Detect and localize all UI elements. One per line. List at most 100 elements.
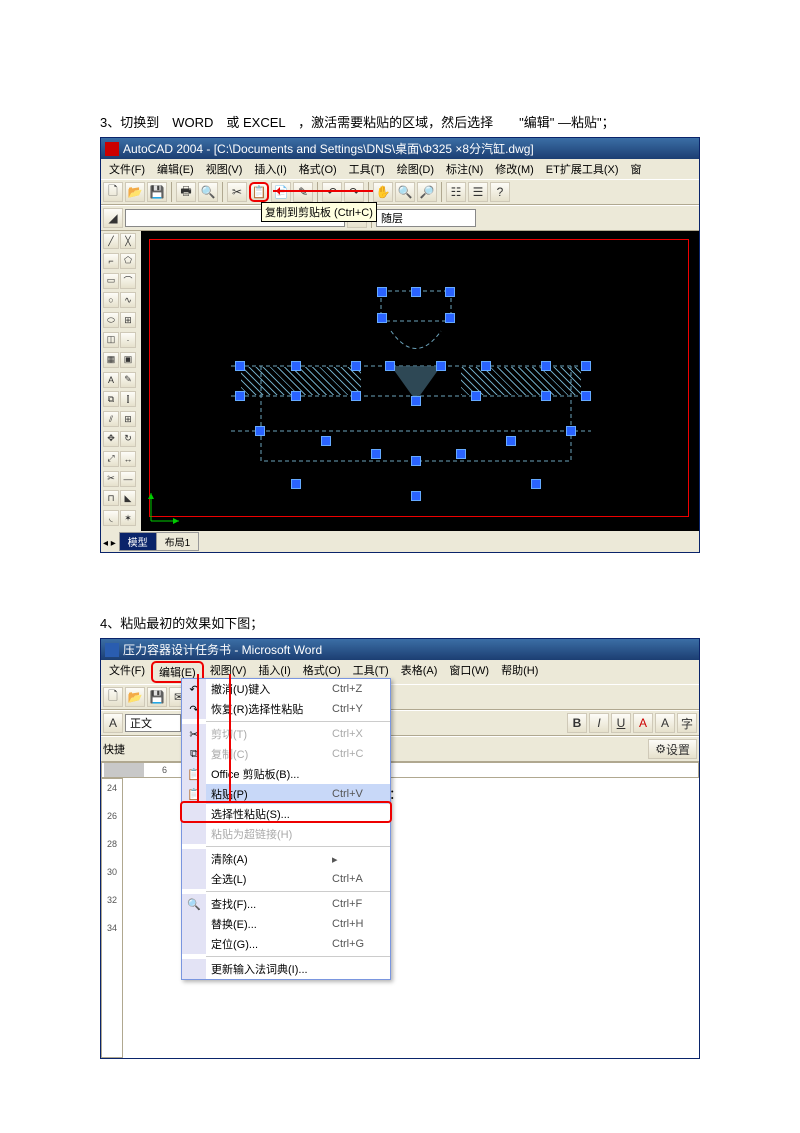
region-icon[interactable]: ▣	[120, 352, 136, 368]
menu-item-paste-hyperlink[interactable]: 粘贴为超链接(H)	[182, 824, 390, 844]
copy-clipboard-button[interactable]: 📋	[249, 182, 269, 202]
menu-item-cut[interactable]: ✂剪切(T)Ctrl+X	[182, 724, 390, 744]
autocad-canvas[interactable]	[141, 231, 699, 531]
erase-icon[interactable]: ✎	[120, 372, 136, 388]
grip[interactable]	[531, 479, 541, 489]
hatch-icon[interactable]: ▦	[103, 352, 119, 368]
save-icon[interactable]: 💾	[147, 182, 167, 202]
grip[interactable]	[566, 426, 576, 436]
copy2-icon[interactable]: ⧉	[103, 391, 119, 407]
menu-item-replace[interactable]: 替换(E)...Ctrl+H	[182, 914, 390, 934]
underline-icon[interactable]: U	[611, 713, 631, 733]
grip[interactable]	[371, 449, 381, 459]
grip[interactable]	[411, 287, 421, 297]
pan-icon[interactable]: ✋	[373, 182, 393, 202]
menu-item-copy[interactable]: ⧉复制(C)Ctrl+C	[182, 744, 390, 764]
zoom2-icon[interactable]: 🔎	[417, 182, 437, 202]
array-icon[interactable]: ⊞	[120, 411, 136, 427]
grip[interactable]	[541, 391, 551, 401]
match-icon[interactable]: ✎	[293, 182, 313, 202]
menu-item-undo[interactable]: ↶撤消(U)键入Ctrl+Z	[182, 679, 390, 699]
move-icon[interactable]: ✥	[103, 431, 119, 447]
menu-file[interactable]: 文件(F)	[103, 160, 151, 178]
extend-icon[interactable]: —	[120, 471, 136, 487]
menu-modify[interactable]: 修改(M)	[489, 160, 540, 178]
menu-table[interactable]: 表格(A)	[395, 661, 444, 683]
ellipse-icon[interactable]: ⬭	[103, 312, 119, 328]
grip[interactable]	[291, 479, 301, 489]
grip[interactable]	[471, 391, 481, 401]
grip[interactable]	[581, 391, 591, 401]
grip[interactable]	[291, 361, 301, 371]
menu-draw[interactable]: 绘图(D)	[391, 160, 440, 178]
linetype-dropdown[interactable]: 随层	[376, 209, 476, 227]
fillet-icon[interactable]: ◟	[103, 510, 119, 526]
xline-icon[interactable]: ╳	[120, 233, 136, 249]
grip[interactable]	[255, 426, 265, 436]
menu-format[interactable]: 格式(O)	[293, 160, 343, 178]
save-icon[interactable]: 💾	[147, 687, 167, 707]
arc-icon[interactable]: ⌒	[120, 273, 136, 289]
font-color-icon[interactable]: A	[633, 713, 653, 733]
help-icon[interactable]: ?	[490, 182, 510, 202]
preview-icon[interactable]: 🔍	[198, 182, 218, 202]
settings-button[interactable]: ⚙设置	[648, 739, 697, 759]
bold-icon[interactable]: B	[567, 713, 587, 733]
grip[interactable]	[436, 361, 446, 371]
grip[interactable]	[385, 361, 395, 371]
menu-item-find[interactable]: 🔍查找(F)...Ctrl+F	[182, 894, 390, 914]
grip[interactable]	[235, 391, 245, 401]
zoom-icon[interactable]: 🔍	[395, 182, 415, 202]
grip[interactable]	[235, 361, 245, 371]
grip[interactable]	[411, 396, 421, 406]
menu-help[interactable]: 帮助(H)	[495, 661, 544, 683]
scale-icon[interactable]: ⤢	[103, 451, 119, 467]
menu-dim[interactable]: 标注(N)	[440, 160, 489, 178]
polygon-icon[interactable]: ⬠	[120, 253, 136, 269]
grip[interactable]	[481, 361, 491, 371]
text-icon[interactable]: A	[103, 372, 119, 388]
grip[interactable]	[321, 436, 331, 446]
styles-icon[interactable]: A	[103, 713, 123, 733]
grip[interactable]	[456, 449, 466, 459]
menu-item-office-clipboard[interactable]: 📋Office 剪贴板(B)...	[182, 764, 390, 784]
grip[interactable]	[351, 361, 361, 371]
grip[interactable]	[445, 313, 455, 323]
trim-icon[interactable]: ✂	[103, 471, 119, 487]
new-icon[interactable]: 🗋	[103, 687, 123, 707]
stretch-icon[interactable]: ↔	[120, 451, 136, 467]
block-icon[interactable]: ◫	[103, 332, 119, 348]
menu-item-ime[interactable]: 更新输入法词典(I)...	[182, 959, 390, 979]
menu-item-redo[interactable]: ↷恢复(R)选择性粘贴Ctrl+Y	[182, 699, 390, 719]
explode-icon[interactable]: ✶	[120, 510, 136, 526]
new-icon[interactable]: 🗋	[103, 182, 123, 202]
redo-icon[interactable]: ↷	[344, 182, 364, 202]
open-icon[interactable]: 📂	[125, 687, 145, 707]
circle-icon[interactable]: ○	[103, 292, 119, 308]
break-icon[interactable]: ⊓	[103, 490, 119, 506]
char-shading-icon[interactable]: 字	[677, 713, 697, 733]
open-icon[interactable]: 📂	[125, 182, 145, 202]
insert-icon[interactable]: ⊞	[120, 312, 136, 328]
dc-icon[interactable]: ☰	[468, 182, 488, 202]
menu-item-clear[interactable]: 清除(A)▸	[182, 849, 390, 869]
grip[interactable]	[351, 391, 361, 401]
grip[interactable]	[541, 361, 551, 371]
italic-icon[interactable]: I	[589, 713, 609, 733]
mirror-icon[interactable]: ⫿	[120, 391, 136, 407]
props-icon[interactable]: ☷	[446, 182, 466, 202]
grip[interactable]	[445, 287, 455, 297]
quick-combo[interactable]: 快捷	[103, 741, 151, 757]
menu-insert[interactable]: 插入(I)	[248, 160, 292, 178]
menu-item-select-all[interactable]: 全选(L)Ctrl+A	[182, 869, 390, 889]
menu-tools[interactable]: 工具(T)	[343, 160, 391, 178]
tab-model[interactable]: 模型	[119, 532, 157, 551]
print-icon[interactable]: 🖶	[176, 182, 196, 202]
chamfer-icon[interactable]: ◣	[120, 490, 136, 506]
grip[interactable]	[506, 436, 516, 446]
tab-layout1[interactable]: 布局1	[156, 532, 200, 551]
grip[interactable]	[581, 361, 591, 371]
menu-window[interactable]: 窗	[625, 160, 648, 178]
grip[interactable]	[411, 456, 421, 466]
menu-file[interactable]: 文件(F)	[103, 661, 151, 683]
